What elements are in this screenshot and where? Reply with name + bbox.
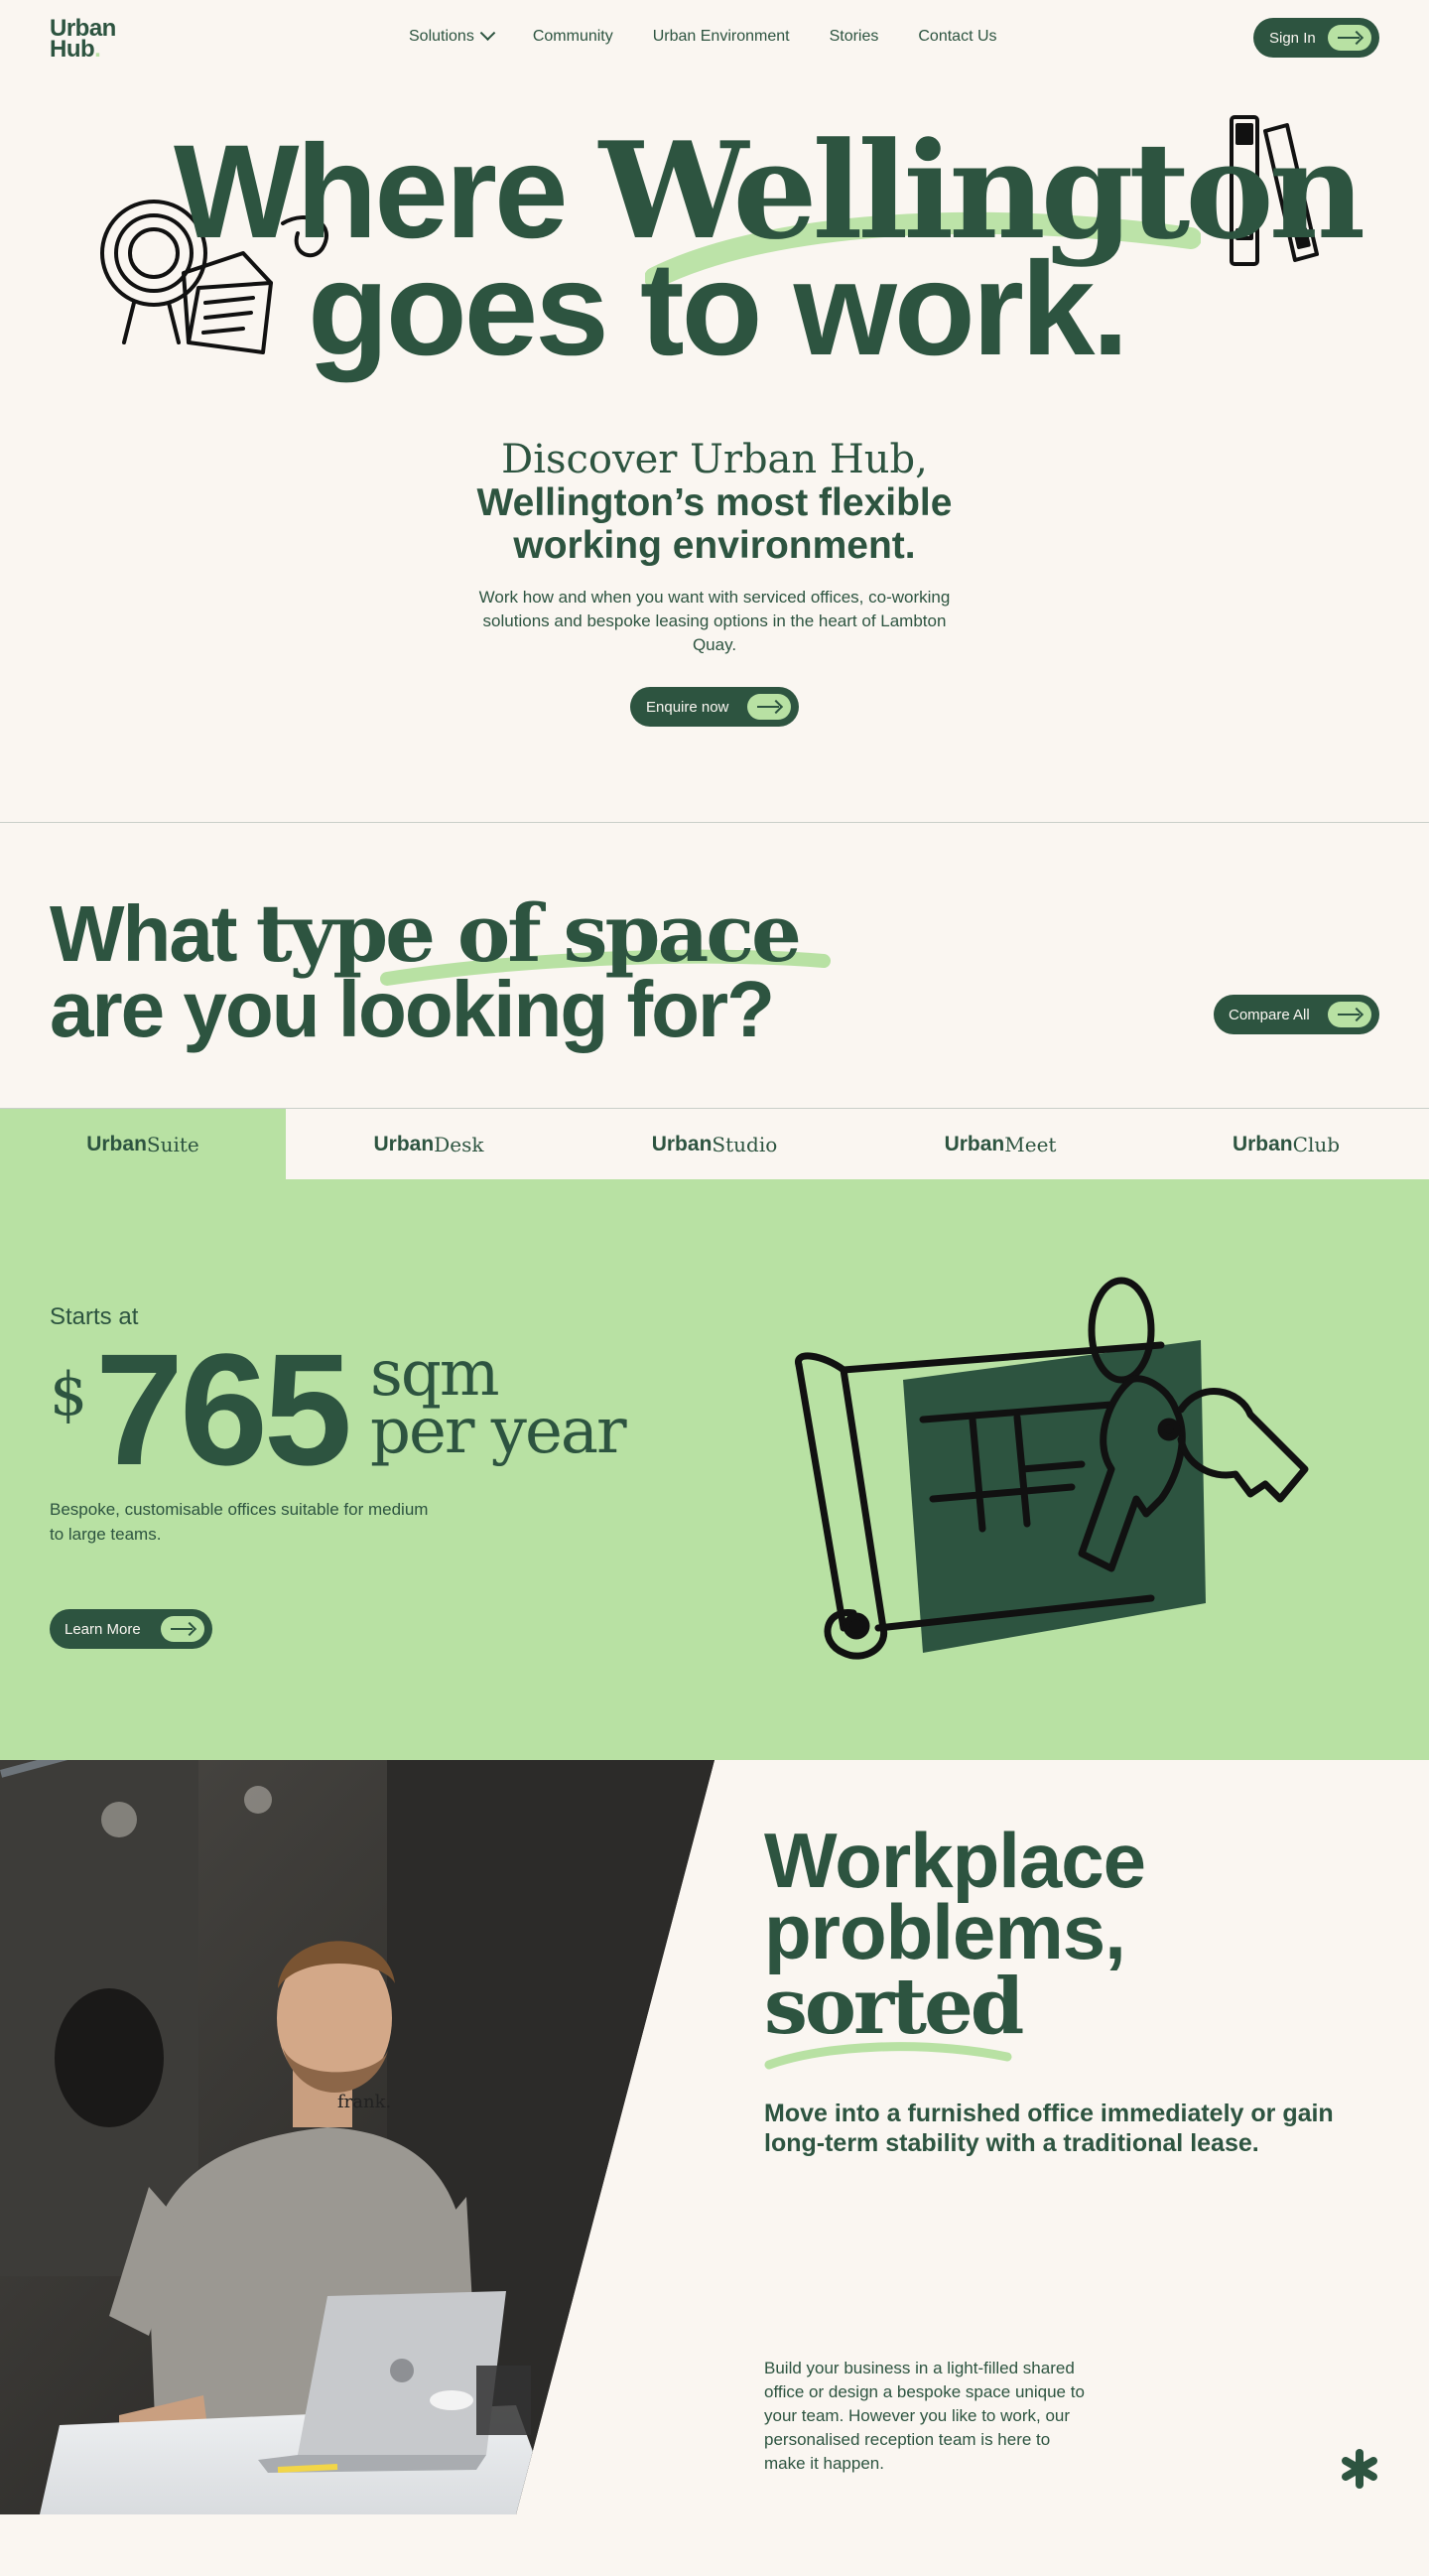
tab-urbanmeet[interactable]: Urban Meet (857, 1109, 1143, 1179)
tab-urbandesk-bold: Urban (373, 1132, 435, 1155)
man-at-laptop-image: frank. (0, 1760, 714, 2514)
workplace-heading-line1: Workplace (764, 1817, 1146, 1904)
price-unit: sqm per year (370, 1342, 627, 1468)
compare-all-label: Compare All (1229, 1006, 1310, 1023)
hero-heading-line2: goes to work. (308, 235, 1129, 383)
hero-description: Work how and when you want with serviced… (478, 588, 951, 654)
space-tabs: Urban Suite Urban Desk Urban Studio Urban Me… (0, 1108, 1429, 1179)
tab-urbansuite-light: Suite (146, 1132, 199, 1156)
tab-urbanstudio-light: Studio (712, 1132, 778, 1156)
discover-line2: Wellington’s most flexible (476, 481, 953, 524)
price-currency: $ (50, 1360, 88, 1429)
tab-urbansuite-bold: Urban (86, 1132, 147, 1155)
nav-solutions-label: Solutions (409, 28, 474, 45)
tab-urbanstudio[interactable]: Urban Studio (572, 1109, 857, 1179)
arrow-right-icon (747, 694, 791, 720)
discover-line1: Discover Urban Hub, (501, 437, 928, 482)
blueprint-keys-illustration (795, 1277, 1309, 1660)
arrow-right-icon (1328, 25, 1371, 51)
learn-more-button[interactable]: Learn More (50, 1609, 212, 1649)
main-menu: Solutions Community Urban Environment St… (409, 24, 997, 46)
tab-urbanmeet-light: Meet (1004, 1132, 1057, 1156)
sign-in-button[interactable]: Sign In (1253, 18, 1379, 58)
price-value: 765 (95, 1320, 352, 1498)
urban-hub-logo[interactable]: Urban Hub. (50, 17, 116, 63)
enquire-now-label: Enquire now (646, 698, 729, 716)
top-nav: Urban Hub. Solutions Community Urban Env… (0, 0, 1429, 75)
workplace-heading: Workplace problems, (764, 1817, 1146, 1975)
tab-urbandesk[interactable]: Urban Desk (286, 1109, 572, 1179)
tab-urbanstudio-bold: Urban (651, 1132, 713, 1155)
arrow-right-icon (1328, 1002, 1371, 1027)
nav-stories[interactable]: Stories (830, 28, 879, 46)
nav-community[interactable]: Community (533, 28, 613, 46)
arrow-right-icon (161, 1616, 204, 1642)
space-type-heading: What type of space are you looking for? (50, 893, 802, 1053)
learn-more-label: Learn More (65, 1620, 141, 1638)
logo-dot: . (94, 36, 101, 63)
discover-line3: working environment. (513, 524, 916, 567)
logo-line2: Hub (50, 36, 95, 63)
workplace-subheading: Move into a furnished office immediately… (764, 2100, 1334, 2157)
nav-contact[interactable]: Contact Us (918, 28, 996, 46)
section-divider (0, 822, 1429, 823)
nav-solutions[interactable]: Solutions (409, 24, 496, 46)
sign-in-label: Sign In (1269, 29, 1316, 47)
tab-urbanclub-light: Club (1292, 1132, 1341, 1156)
enquire-now-button[interactable]: Enquire now (630, 687, 799, 727)
space-heading-line2: are you looking for? (50, 965, 775, 1053)
asterisk-icon (1342, 2449, 1377, 2489)
workplace-heading-line2: problems, (764, 1888, 1126, 1975)
urbansuite-description: Bespoke, customisable offices suitable f… (50, 1500, 429, 1544)
shirt-logo: frank. (337, 2092, 391, 2112)
tab-urbandesk-light: Desk (434, 1132, 484, 1156)
workspace-photo: frank. (0, 1760, 714, 2514)
tab-urbanmeet-bold: Urban (944, 1132, 1005, 1155)
chevron-down-icon (479, 24, 496, 41)
tab-urbanclub[interactable]: Urban Club (1143, 1109, 1429, 1179)
tab-urbanclub-bold: Urban (1232, 1132, 1293, 1155)
price-unit-line2: per year (370, 1395, 627, 1468)
nav-urban-environment[interactable]: Urban Environment (653, 28, 790, 46)
compare-all-button[interactable]: Compare All (1214, 995, 1379, 1034)
workplace-heading-sorted: sorted (764, 1962, 1024, 2052)
workplace-body: Build your business in a light-filled sh… (764, 2359, 1085, 2473)
tab-urbansuite[interactable]: Urban Suite (0, 1109, 286, 1179)
